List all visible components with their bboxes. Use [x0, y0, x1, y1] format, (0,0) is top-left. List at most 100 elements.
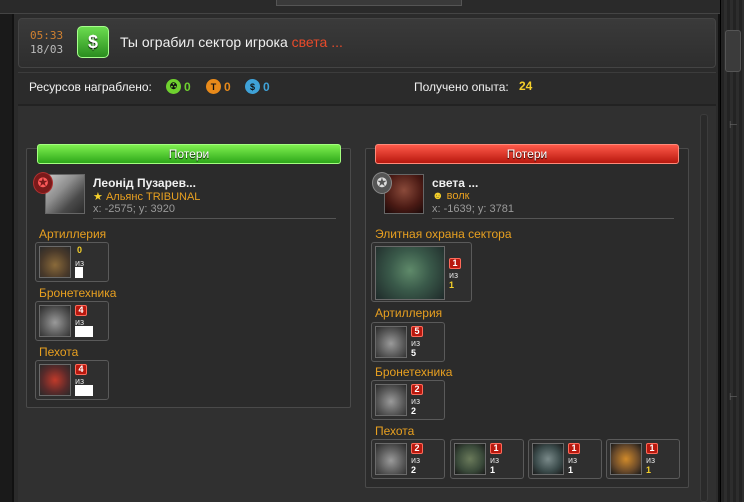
separator [93, 218, 336, 219]
category-elite-guard: Элитная охрана сектора [375, 227, 512, 241]
alliance-emblem-icon: ✪ [372, 172, 392, 194]
unit-of: из [646, 455, 656, 465]
unit-lost: 1 [490, 443, 502, 454]
unit-total-hidden [75, 267, 83, 278]
unit-lost: 2 [411, 443, 423, 454]
loot-summary: Ресурсов награблено: ☢ 0 T 0 $ 0 Получен… [18, 74, 716, 100]
titanium-icon: T [206, 79, 221, 94]
unit-card[interactable]: 2 из 2 [371, 439, 445, 479]
top-slot [276, 0, 462, 6]
infantry-unit-icon [610, 443, 642, 475]
defender-coords[interactable]: x: -1639; y: 3781 [432, 203, 514, 215]
vehicle-unit-icon [375, 384, 407, 416]
unit-lost: 1 [646, 443, 658, 454]
unit-card[interactable]: 1 из 1 [371, 242, 472, 302]
infantry-unit-icon [454, 443, 486, 475]
unit-total-hidden [75, 326, 93, 337]
target-player-name[interactable]: света ... [292, 34, 343, 50]
unit-card[interactable]: 0 из [35, 242, 109, 282]
defender-panel: Потери ✪ света ... ☻ волк x: -1639; y: 3… [365, 144, 689, 488]
unit-lost: 2 [411, 384, 423, 395]
alliance-emblem-icon: ✪ [33, 172, 53, 194]
unit-total: 1 [490, 465, 496, 475]
defender-losses-ribbon: Потери [375, 144, 679, 164]
alliance-name: волк [446, 190, 470, 202]
event-message: Ты ограбил сектор игрока света ... [120, 34, 343, 50]
unit-lost: 1 [568, 443, 580, 454]
defender-name[interactable]: света ... [432, 176, 478, 190]
infantry-unit-icon [532, 443, 564, 475]
unit-lost: 5 [411, 326, 423, 337]
event-date: 18/03 [30, 43, 64, 56]
skull-icon: ☻ [432, 190, 444, 202]
artillery-unit-icon [39, 246, 71, 278]
artillery-unit-icon [375, 326, 407, 358]
category-armor: Бронетехника [375, 365, 453, 379]
unit-lost: 4 [75, 305, 87, 316]
unit-lost: 1 [449, 258, 461, 269]
credits-icon: $ [245, 79, 260, 94]
unit-of: из [449, 270, 459, 280]
dollar-icon: $ [77, 26, 109, 58]
header-divider [18, 72, 716, 73]
experience-label: Получено опыта: [414, 80, 509, 94]
event-time: 05:33 [30, 29, 64, 42]
resource-value: 0 [184, 79, 191, 94]
unit-card[interactable]: 4 из [35, 360, 109, 400]
unit-card[interactable]: 1 из 1 [450, 439, 524, 479]
attacker-panel: Потери ✪ Леонід Пузарев... ★ Альянс TRIB… [26, 144, 351, 408]
unit-lost: 0 [77, 245, 83, 255]
resources-label: Ресурсов награблено: [29, 80, 152, 94]
category-artillery: Артиллерия [39, 227, 107, 241]
side-edge-glyph-2: ⊢ [729, 392, 738, 403]
side-edge-glyph: ⊢ [729, 120, 738, 131]
unit-total: 1 [646, 465, 652, 475]
attacker-alliance[interactable]: ★ Альянс TRIBUNAL [93, 190, 200, 203]
vehicle-unit-icon [39, 305, 71, 337]
unit-lost: 4 [75, 364, 87, 375]
unit-card[interactable]: 2 из 2 [371, 380, 445, 420]
unit-total: 5 [411, 348, 417, 358]
top-strip [0, 0, 744, 14]
unit-total: 2 [411, 465, 417, 475]
resource-radiation: ☢ 0 [166, 79, 191, 94]
attacker-name[interactable]: Леонід Пузарев... [93, 176, 196, 190]
category-armor: Бронетехника [39, 286, 117, 300]
event-header: 05:33 18/03 $ Ты ограбил сектор игрока с… [18, 18, 716, 68]
side-knob[interactable] [725, 30, 741, 72]
message-text: Ты ограбил сектор игрока [120, 34, 288, 50]
attacker-coords[interactable]: x: -2575; y: 3920 [93, 203, 175, 215]
defender-alliance[interactable]: ☻ волк [432, 190, 469, 202]
scrollbar[interactable] [700, 114, 708, 502]
attacker-losses-ribbon: Потери [37, 144, 341, 164]
category-infantry: Пехота [39, 345, 79, 359]
unit-of: из [490, 455, 500, 465]
category-artillery: Артиллерия [375, 306, 443, 320]
unit-total: 1 [449, 280, 455, 290]
side-panel-edge: ⊢ ⊢ [720, 0, 744, 502]
alliance-name: Альянс TRIBUNAL [105, 191, 201, 203]
resource-titanium: T 0 [206, 79, 231, 94]
unit-of: из [411, 338, 421, 348]
unit-card[interactable]: 1 из 1 [606, 439, 680, 479]
unit-total-hidden [75, 385, 93, 396]
category-infantry: Пехота [375, 424, 415, 438]
unit-total: 1 [568, 465, 574, 475]
unit-of: из [411, 455, 421, 465]
infantry-unit-icon [39, 364, 71, 396]
resource-value: 0 [263, 79, 270, 94]
infantry-unit-icon [375, 443, 407, 475]
unit-of: из [411, 396, 421, 406]
separator [432, 218, 674, 219]
mech-unit-icon [375, 246, 445, 300]
unit-card[interactable]: 5 из 5 [371, 322, 445, 362]
resource-credits: $ 0 [245, 79, 270, 94]
unit-card[interactable]: 1 из 1 [528, 439, 602, 479]
unit-total: 2 [411, 406, 417, 416]
radiation-icon: ☢ [166, 79, 181, 94]
unit-of: из [568, 455, 578, 465]
star-icon: ★ [93, 191, 103, 203]
resource-value: 0 [224, 79, 231, 94]
unit-card[interactable]: 4 из [35, 301, 109, 341]
experience-value: 24 [519, 79, 533, 93]
